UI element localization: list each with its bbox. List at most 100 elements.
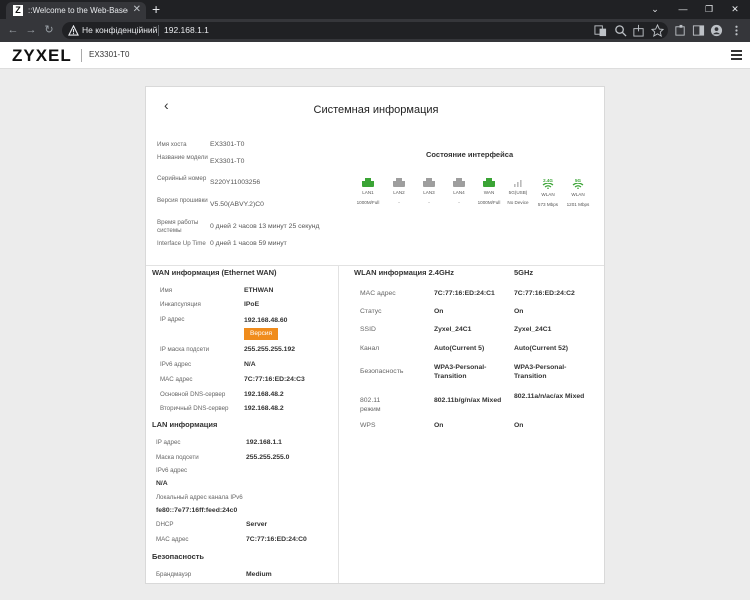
address-bar[interactable]: Не конфіденційний 192.168.1.1 xyxy=(62,22,668,39)
port-speed: 1201 Mbps xyxy=(566,202,590,207)
back-nav-icon[interactable]: ← xyxy=(6,23,20,38)
wifi-icon xyxy=(572,182,584,190)
minimize-icon[interactable]: — xyxy=(672,2,694,16)
column-divider xyxy=(338,265,339,583)
wlan-label: Канал xyxy=(360,345,380,352)
translate-icon[interactable] xyxy=(594,24,607,37)
info-value: EX3301-T0 xyxy=(210,158,245,165)
ethernet-port-icon xyxy=(423,178,435,187)
port-wlan-24g: 2.4G WLAN 573 Mbps xyxy=(535,178,561,208)
browser-tab-bar: Z ::Welcome to the Web-Based Co ✕ + ⌄ — … xyxy=(0,0,750,19)
wan-label: Инкапсуляция xyxy=(160,301,201,308)
maximize-icon[interactable]: ❐ xyxy=(698,2,720,16)
zoom-icon[interactable] xyxy=(614,24,627,37)
wan-row: Основной DNS-сервер 192.168.48.2 xyxy=(160,391,284,399)
wifi-icon xyxy=(542,182,554,190)
wlan-5g-value: Zyxel_24C1 xyxy=(514,326,552,333)
browser-menu-icon[interactable] xyxy=(730,24,743,37)
wan-label: IP маска подсети xyxy=(160,346,210,353)
page-title: Системная информация xyxy=(313,104,439,116)
profile-icon[interactable] xyxy=(710,24,723,37)
wlan-5g-value: On xyxy=(514,308,524,315)
wan-row: MAC адрес 7C:77:16:ED:24:C3 xyxy=(160,376,305,384)
port-speed: 1000M/Full xyxy=(356,200,380,205)
wlan-24g-value: 802.11b/g/n/ax Mixed xyxy=(434,397,502,404)
lan-label: MAC адрес xyxy=(156,536,189,543)
wlan-row: WPS On On xyxy=(360,421,523,430)
lan-label: IP адрес xyxy=(156,439,181,446)
section-divider xyxy=(146,265,604,266)
browser-toolbar: ← → ↻ Не конфіденційний 192.168.1.1 xyxy=(0,19,750,42)
wlan-label: WPS xyxy=(360,422,376,429)
wlan-5g-value: 802.11a/n/ac/ax Mixed xyxy=(514,393,585,400)
wlan-24g-value: Auto(Current 5) xyxy=(434,345,485,352)
port-name: WLAN xyxy=(541,192,555,197)
wlan-label: SSID xyxy=(360,326,376,333)
bookmark-star-icon[interactable] xyxy=(651,24,664,37)
wan-value: 7C:77:16:ED:24:C3 xyxy=(244,376,305,383)
wan-label: Вторичный DNS-сервер xyxy=(160,405,229,412)
wlan-5g-column-title: 5GHz xyxy=(514,268,534,277)
ethernet-port-icon xyxy=(362,178,374,187)
reload-icon[interactable]: ↻ xyxy=(42,23,56,38)
wlan-24g-value: On xyxy=(434,308,444,315)
port-name: 5G(USB) xyxy=(508,190,528,195)
wan-row: IPv6 адрес N/A xyxy=(160,361,256,369)
wlan-row: SSID Zyxel_24C1 Zyxel_24C1 xyxy=(360,325,551,334)
port-lan3: LAN3 - xyxy=(416,178,442,206)
browser-tab[interactable]: Z ::Welcome to the Web-Based Co ✕ xyxy=(6,2,146,19)
wan-label: Основной DNS-сервер xyxy=(160,391,226,398)
version-button[interactable]: Версия xyxy=(244,328,278,340)
forward-nav-icon[interactable]: → xyxy=(24,23,38,38)
lan-row: IP адрес 192.168.1.1 xyxy=(156,439,282,447)
lan-value: N/A xyxy=(156,480,168,487)
port-lan2: LAN2 - xyxy=(386,178,412,206)
url-text[interactable]: 192.168.1.1 xyxy=(164,24,209,37)
share-icon[interactable] xyxy=(632,24,645,37)
lan-label: DHCP xyxy=(156,521,174,528)
security-value: Medium xyxy=(246,571,272,578)
wlan-label: Безопасность xyxy=(360,368,404,375)
security-label: Брандмауэр xyxy=(156,571,192,578)
port-speed: - xyxy=(428,200,430,205)
omnibox-divider xyxy=(158,25,159,36)
chevron-down-icon[interactable]: ⌄ xyxy=(644,2,666,16)
wlan-5g-value: Auto(Current 52) xyxy=(514,345,568,352)
close-window-icon[interactable]: ✕ xyxy=(724,2,746,16)
wan-value: N/A xyxy=(244,361,256,368)
extensions-icon[interactable] xyxy=(674,24,687,37)
info-value: S220Y11003256 xyxy=(210,179,261,186)
port-5g-usb: 5G(USB) No Device xyxy=(505,178,531,206)
wan-row: Вторичный DNS-сервер 192.168.48.2 xyxy=(160,405,284,413)
wlan-row: MAC адрес 7C:77:16:ED:24:C1 7C:77:16:ED:24… xyxy=(360,289,575,298)
tab-title: ::Welcome to the Web-Based Co xyxy=(28,6,128,15)
security-label: Не конфіденційний xyxy=(82,25,158,35)
info-label: Серийный номер xyxy=(157,175,207,182)
close-tab-icon[interactable]: ✕ xyxy=(133,4,141,16)
interface-status-title: Состояние интерфейса xyxy=(426,150,514,159)
port-name: LAN4 xyxy=(453,190,465,195)
new-tab-icon[interactable]: + xyxy=(152,1,160,17)
info-value: EX3301-T0 xyxy=(210,141,245,148)
lan-row: IPv6 адрес xyxy=(156,467,187,475)
lan-label: Локальный адрес канала IPv6 xyxy=(156,494,243,501)
zyxel-favicon-icon: Z xyxy=(13,5,23,16)
info-label: Название модели xyxy=(157,154,208,161)
hamburger-menu-icon[interactable] xyxy=(731,50,742,60)
lan-value: 255.255.255.0 xyxy=(246,454,290,461)
zyxel-logo: ZYXEL xyxy=(12,46,72,65)
wan-label: MAC адрес xyxy=(160,376,193,383)
warning-icon[interactable] xyxy=(68,25,79,36)
port-name: LAN3 xyxy=(423,190,435,195)
lan-label: IPv6 адрес xyxy=(156,467,188,474)
wan-value: 255.255.255.192 xyxy=(244,346,296,353)
ethernet-port-icon xyxy=(453,178,465,187)
wan-row: Инкапсуляция IPoE xyxy=(160,301,259,309)
info-label: Interface Up Time xyxy=(157,240,206,247)
device-model: EX3301-T0 xyxy=(89,50,130,59)
wan-label: IP адрес xyxy=(160,316,185,323)
wlan-section-title: WLAN информация 2.4GHz xyxy=(354,268,454,277)
wan-value: ETHWAN xyxy=(244,287,274,294)
wan-value: 192.168.48.2 xyxy=(244,391,284,398)
side-panel-icon[interactable] xyxy=(692,24,705,37)
